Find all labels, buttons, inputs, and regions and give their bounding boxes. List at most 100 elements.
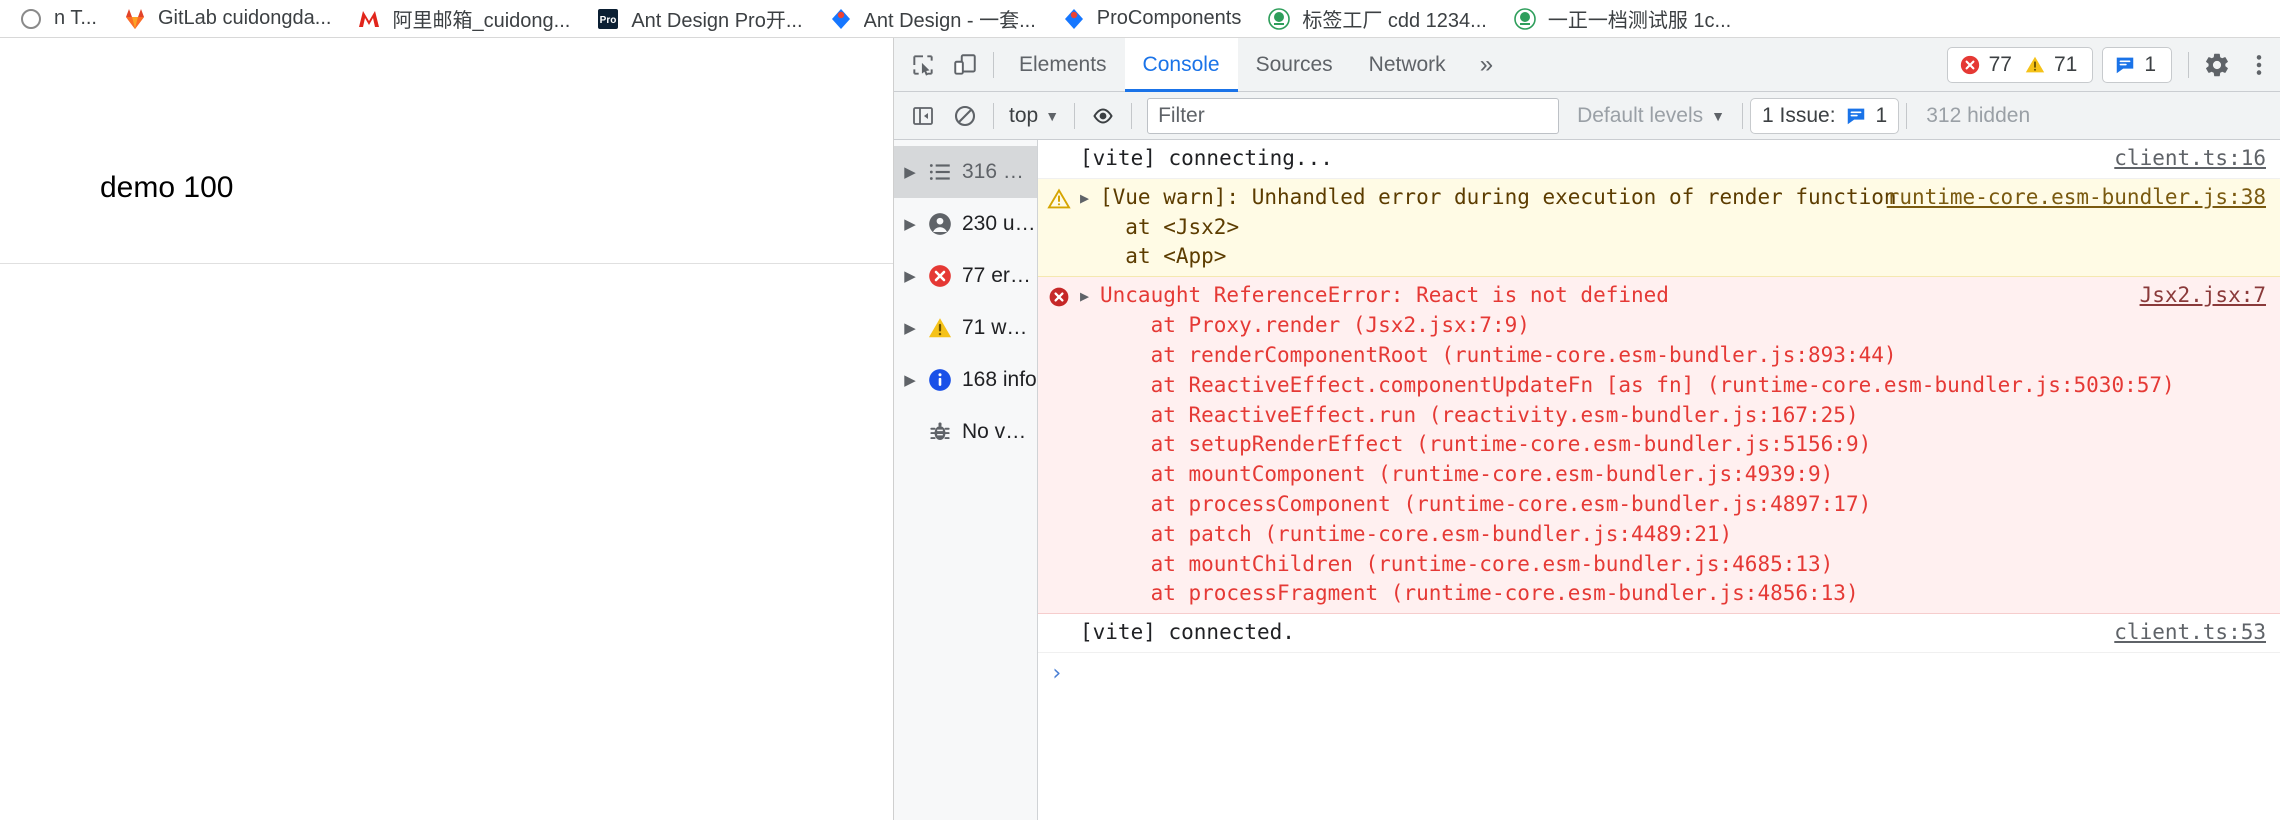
- sidebar-item-label: 71 warnings: [962, 316, 1037, 339]
- issue-message-icon: [1847, 108, 1864, 124]
- page-viewport: demo 100: [0, 38, 894, 820]
- tab-console[interactable]: Console: [1124, 37, 1238, 92]
- prompt-caret-icon: ›: [1050, 661, 1064, 686]
- kebab-menu-icon: [2256, 54, 2262, 75]
- message-text: [vite] connected.: [1080, 620, 1295, 645]
- message-icon-placeholder: [1038, 144, 1080, 174]
- bookmark-item[interactable]: 标签工厂 cdd 1234...: [1254, 3, 1500, 35]
- console-message-list[interactable]: [vite] connecting... client.ts:16 ▶ [Vue…: [1038, 140, 2280, 820]
- console-filter-input[interactable]: [1147, 97, 1560, 134]
- message-source-link[interactable]: runtime-core.esm-bundler.js:38: [1887, 185, 2266, 209]
- bookmark-label: Ant Design Pro开...: [631, 10, 803, 32]
- toolbar-divider: [993, 102, 994, 129]
- bookmark-label: 阿里邮箱_cuidong...: [392, 10, 571, 32]
- more-tabs-button[interactable]: »: [1464, 38, 1509, 92]
- error-warning-counter[interactable]: 77 71: [1946, 46, 2094, 83]
- expand-triangle-icon[interactable]: ▶: [902, 371, 918, 389]
- tab-network[interactable]: Network: [1351, 38, 1464, 92]
- bookmark-label: 一正一档测试服 1c...: [1547, 10, 1732, 32]
- error-icon: [1049, 287, 1069, 307]
- sidebar-item-errors[interactable]: ▶ 77 errors: [894, 250, 1037, 302]
- bookmark-item[interactable]: ProComponents: [1049, 3, 1255, 35]
- expand-triangle-icon[interactable]: ▶: [902, 163, 918, 181]
- tab-elements[interactable]: Elements: [1001, 38, 1125, 92]
- sidebar-item-all-messages[interactable]: ▶ 316 messa…: [894, 146, 1037, 198]
- console-message-warning[interactable]: ▶ [Vue warn]: Unhandled error during exe…: [1038, 178, 2280, 278]
- bookmark-item[interactable]: 一正一档测试服 1c...: [1500, 3, 1744, 35]
- procomponents-favicon: [1064, 8, 1083, 29]
- toggle-console-sidebar-button[interactable]: [902, 95, 944, 137]
- message-counter[interactable]: 1: [2102, 46, 2172, 83]
- warning-icon: [928, 318, 952, 338]
- expand-triangle-icon[interactable]: ▶: [902, 319, 918, 337]
- issues-button[interactable]: 1 Issue: 1: [1749, 97, 1900, 134]
- message-source-link[interactable]: Jsx2.jsx:7: [2140, 283, 2266, 307]
- warning-count: 71: [2053, 52, 2078, 76]
- eye-icon: [1093, 107, 1113, 124]
- message-source-link[interactable]: client.ts:53: [2114, 620, 2266, 644]
- settings-button[interactable]: [2196, 44, 2238, 86]
- device-toolbar-icon: [954, 53, 976, 75]
- console-toolbar: top ▼ Default levels ▼ 1 Issue:: [894, 92, 2280, 140]
- gitlab-favicon: [126, 8, 144, 29]
- sidebar-item-warnings[interactable]: ▶ 71 warnings: [894, 302, 1037, 354]
- bookmark-label: Ant Design - 一套...: [863, 10, 1036, 32]
- inspect-element-button[interactable]: [902, 44, 944, 86]
- message-level-icon: [1038, 183, 1080, 272]
- info-icon: [929, 369, 951, 391]
- expand-triangle-icon[interactable]: ▶: [902, 267, 918, 285]
- expand-triangle-icon[interactable]: ▶: [902, 215, 918, 233]
- console-prompt[interactable]: ›: [1038, 653, 2280, 686]
- expand-triangle-icon[interactable]: ▶: [1080, 183, 1100, 272]
- log-level-label: Default levels: [1577, 103, 1704, 127]
- toolbar-divider: [1906, 102, 1908, 129]
- page-divider: [0, 263, 893, 264]
- bookmark-item[interactable]: Pro Ant Design Pro开...: [583, 3, 815, 35]
- toggle-device-toolbar-button[interactable]: [944, 44, 986, 86]
- error-icon: [929, 265, 951, 287]
- hidden-messages-label: 312 hidden: [1926, 103, 2031, 127]
- sidebar-toggle-icon: [913, 106, 933, 125]
- bookmark-item[interactable]: GitLab cuidongda...: [110, 3, 344, 35]
- bookmark-item[interactable]: n T...: [6, 3, 110, 35]
- devtools-menu-button[interactable]: [2238, 44, 2280, 86]
- message-text: [vite] connecting...: [1080, 146, 1333, 170]
- message-source-link[interactable]: client.ts:16: [2114, 146, 2266, 170]
- sidebar-item-label: 168 info: [962, 368, 1037, 391]
- live-expression-button[interactable]: [1082, 95, 1124, 137]
- antd-pro-favicon: Pro: [598, 8, 619, 29]
- tab-sources[interactable]: Sources: [1238, 38, 1351, 92]
- message-count: 1: [2144, 52, 2156, 76]
- seal-favicon: [1268, 7, 1291, 30]
- bookmark-label: n T...: [54, 7, 97, 29]
- alimail-favicon: [359, 10, 380, 27]
- error-count: 77: [1988, 52, 2012, 76]
- clear-console-button[interactable]: [944, 95, 986, 137]
- list-icon: [929, 164, 950, 180]
- execution-context-selector[interactable]: top ▼: [1001, 99, 1067, 133]
- console-message-log[interactable]: [vite] connecting... client.ts:16: [1038, 140, 2280, 179]
- sidebar-item-label: 77 errors: [962, 264, 1037, 287]
- sidebar-item-verbose[interactable]: ▶ No verbose: [894, 406, 1037, 458]
- message-icon-placeholder: [1038, 618, 1080, 648]
- sidebar-item-user-messages[interactable]: ▶ 230 user m…: [894, 198, 1037, 250]
- bookmark-item[interactable]: Ant Design - 一套...: [816, 3, 1049, 35]
- sidebar-item-label: 316 messa…: [962, 160, 1037, 183]
- toolbar-divider: [1074, 102, 1076, 129]
- bookmark-item[interactable]: 阿里邮箱_cuidong...: [344, 3, 583, 35]
- antd-favicon: [831, 8, 850, 29]
- chevron-down-icon: ▼: [1711, 107, 1725, 124]
- cursor-select-icon: [913, 54, 933, 76]
- console-message-error[interactable]: ▶ Uncaught ReferenceError: React is not …: [1038, 277, 2280, 615]
- svg-text:Pro: Pro: [600, 15, 617, 26]
- console-message-log[interactable]: [vite] connected. client.ts:53: [1038, 614, 2280, 653]
- expand-triangle-icon[interactable]: ▶: [1080, 281, 1100, 609]
- sidebar-item-label: 230 user m…: [962, 212, 1037, 235]
- error-icon: [1960, 55, 1979, 74]
- demo-text: demo 100: [100, 171, 234, 204]
- log-level-selector[interactable]: Default levels ▼: [1567, 99, 1735, 133]
- browser-body: demo 100 Elements Console Sources Networ…: [0, 37, 2280, 820]
- bug-icon: [930, 422, 950, 441]
- sidebar-item-info[interactable]: ▶ 168 info: [894, 354, 1037, 406]
- bookmark-label: ProComponents: [1096, 7, 1242, 29]
